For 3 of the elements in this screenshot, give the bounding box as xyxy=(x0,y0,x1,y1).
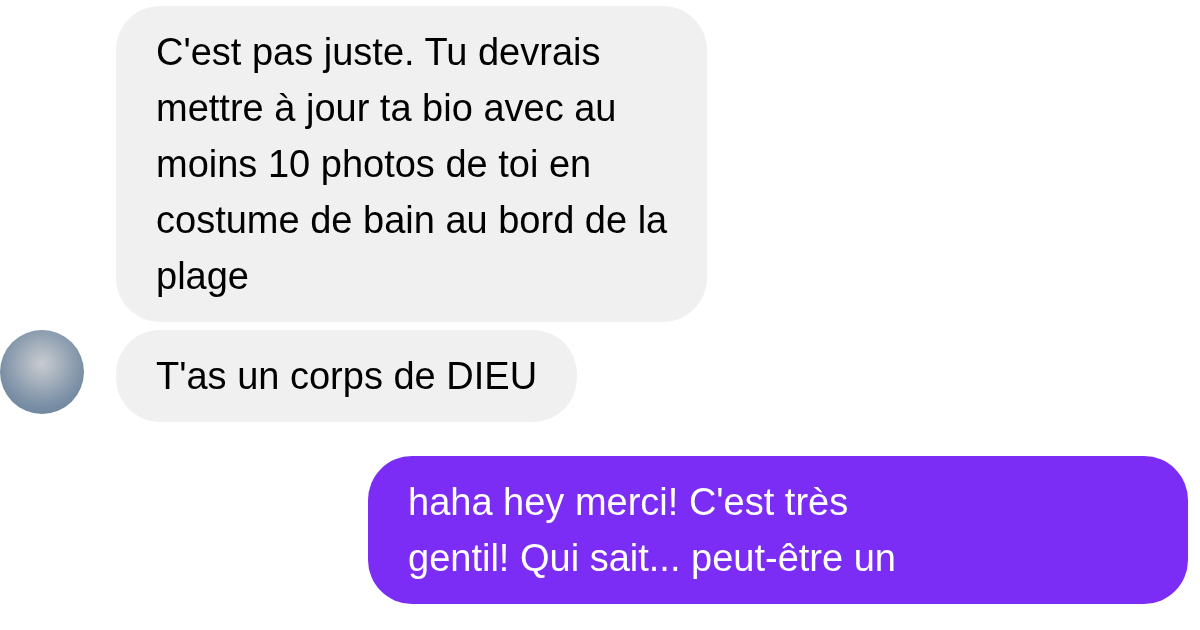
received-message-bubble: C'est pas juste. Tu devrais mettre à jour ta bio avec au moins 10 photos de toi en costume de bain au bord de la plage xyxy=(116,6,708,322)
received-message-bubble: T'as un corps de DIEU xyxy=(116,330,578,422)
sent-message-bubble: haha hey merci! C'est très gentil! Qui sait... peut-être un xyxy=(368,456,1188,604)
